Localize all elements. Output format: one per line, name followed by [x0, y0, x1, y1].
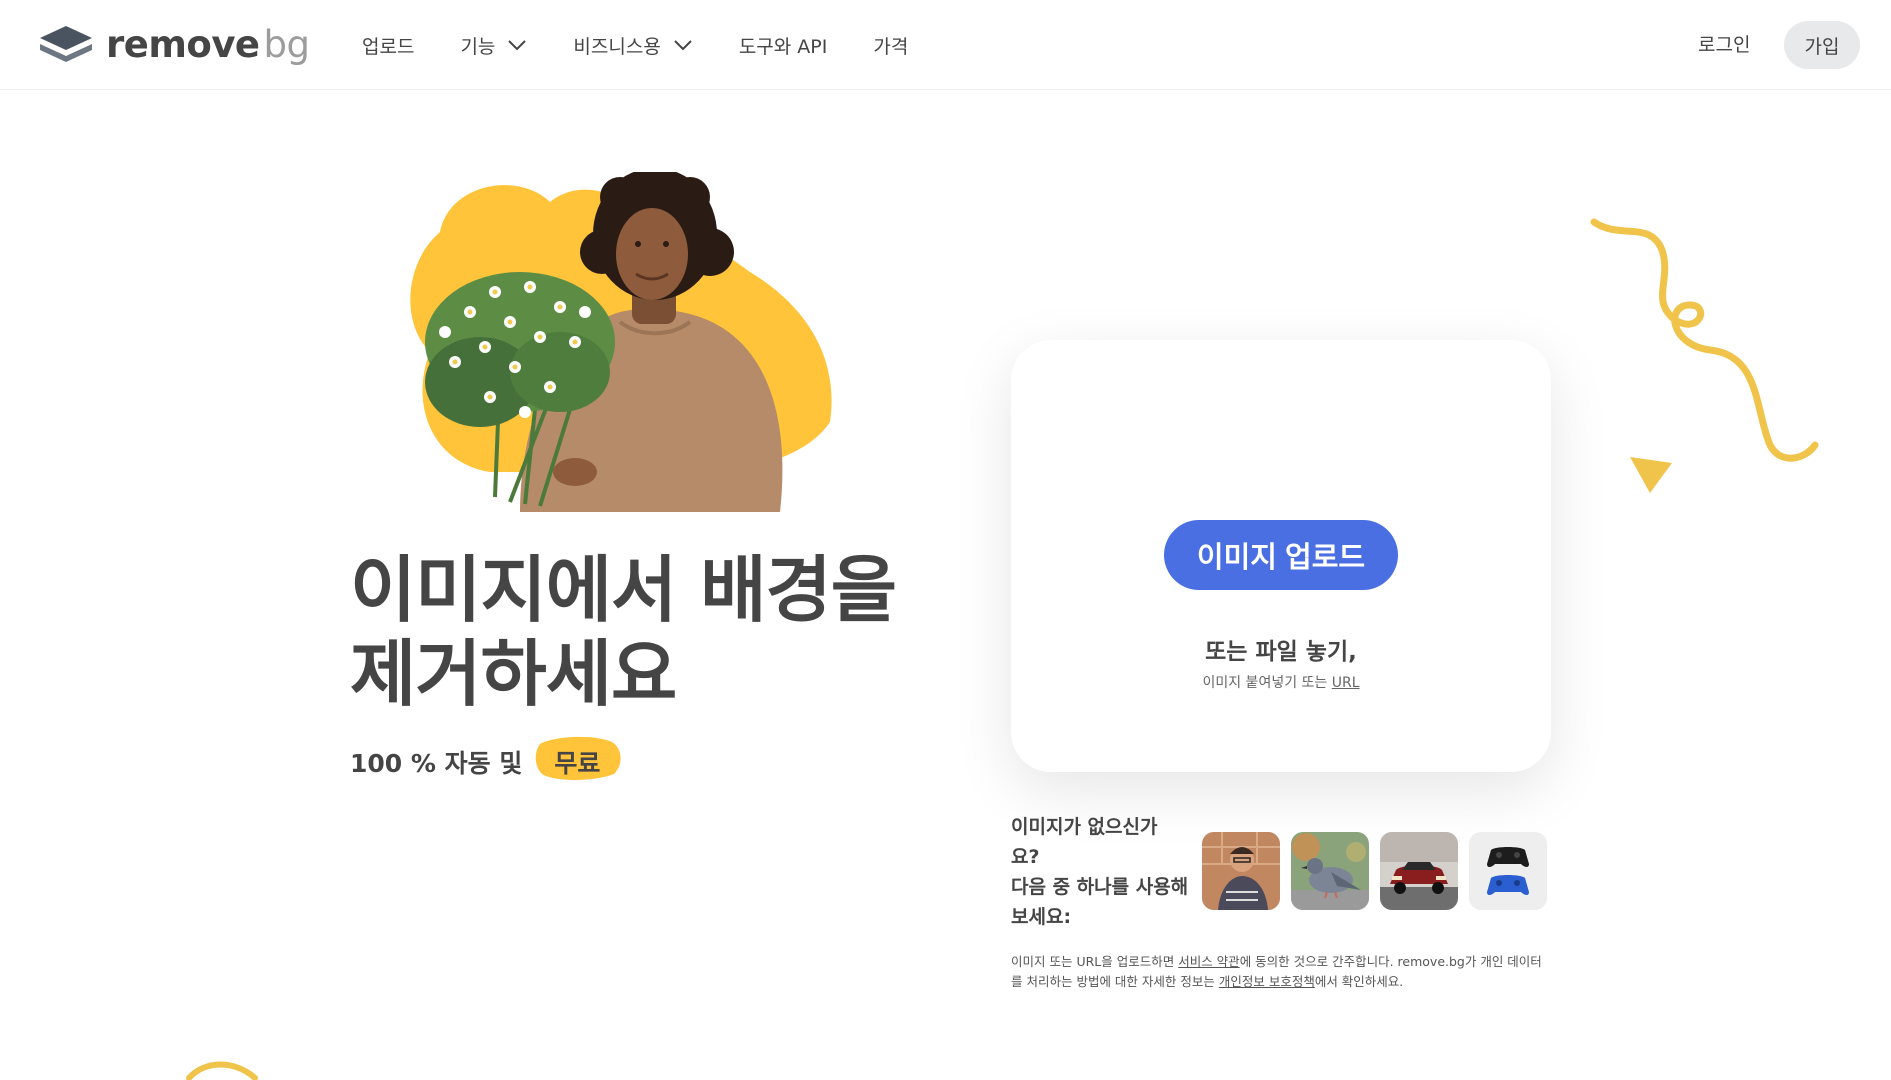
free-badge: 무료 [534, 736, 621, 786]
drop-file-text: 또는 파일 놓기, [1205, 639, 1357, 665]
headline-line-2: 제거하세요 [350, 632, 677, 716]
logo-wordmark: remove bg [106, 23, 310, 66]
pigeon-image [1291, 832, 1369, 910]
main-nav: 업로드 기능 비즈니스용 도구와 API 가격 [362, 30, 954, 60]
paste-instructions: 이미지 붙여넣기 또는 URL [1011, 672, 1551, 692]
gamepads-image [1469, 832, 1547, 910]
login-link[interactable]: 로그인 [1698, 30, 1750, 57]
nav-pricing[interactable]: 가격 [873, 30, 908, 60]
legal-notice: 이미지 또는 URL을 업로드하면 서비스 약관에 동의한 것으로 간주합니다.… [1011, 952, 1551, 992]
hero-subtitle: 100 % 자동 및 무료 [350, 736, 621, 786]
sample-pigeon-thumbnail[interactable] [1291, 832, 1369, 910]
layers-logo-icon [40, 26, 92, 62]
no-image-line-4: 보세요: [1011, 906, 1072, 928]
top-navigation-bar: remove bg 업로드 기능 비즈니스용 도구와 API 가격 로그인 가입 [0, 0, 1891, 90]
no-image-line-3: 다음 중 하나를 사용해 [1011, 876, 1189, 898]
signup-button[interactable]: 가입 [1784, 21, 1860, 69]
legal-text-3: 에서 확인하세요. [1314, 974, 1404, 989]
sample-thumbnails [1202, 832, 1547, 910]
free-badge-text: 무료 [554, 749, 601, 778]
nav-business[interactable]: 비즈니스용 [573, 30, 692, 60]
hero-woman-with-flowers-image [410, 172, 832, 512]
sample-car-thumbnail[interactable] [1380, 832, 1458, 910]
no-image-prompt: 이미지가 없으신가 요? 다음 중 하나를 사용해 보세요: [1011, 812, 1201, 932]
subtitle-text: 100 % 자동 및 [350, 749, 523, 778]
no-image-line-2: 요? [1011, 846, 1040, 868]
nav-tools-api-label: 도구와 API [738, 35, 828, 58]
triangle-decoration [1630, 457, 1672, 493]
logo-text-main: remove [106, 22, 260, 66]
nav-pricing-label: 가격 [873, 35, 909, 58]
upload-image-button[interactable]: 이미지 업로드 [1164, 520, 1398, 590]
squiggle-decoration [1590, 218, 1819, 462]
nav-features-label: 기능 [460, 35, 496, 58]
bottom-curve-decoration [186, 1061, 258, 1080]
person-image [1202, 832, 1280, 910]
legal-text-1: 이미지 또는 URL을 업로드하면 [1011, 954, 1179, 969]
url-link[interactable]: URL [1332, 675, 1360, 691]
paste-text: 이미지 붙여넣기 또는 [1202, 675, 1328, 691]
chevron-down-icon [508, 40, 527, 51]
privacy-policy-link[interactable]: 개인정보 보호정책 [1219, 974, 1315, 989]
sample-gamepads-thumbnail[interactable] [1469, 832, 1547, 910]
no-image-line-1: 이미지가 없으신가 [1011, 816, 1158, 838]
car-image [1380, 832, 1458, 910]
nav-features[interactable]: 기능 [460, 30, 527, 60]
chevron-down-icon [674, 40, 692, 51]
terms-of-service-link[interactable]: 서비스 약관 [1178, 954, 1239, 969]
headline-line-1: 이미지에서 배경을 [350, 548, 897, 632]
nav-upload[interactable]: 업로드 [362, 30, 414, 60]
removebg-logo[interactable]: remove bg [38, 22, 310, 66]
nav-tools-api[interactable]: 도구와 API [739, 30, 828, 60]
nav-upload-label: 업로드 [362, 35, 415, 58]
hero-headline: 이미지에서 배경을 제거하세요 [350, 548, 970, 716]
logo-text-suffix: bg [263, 22, 310, 66]
upload-card[interactable]: 이미지 업로드 또는 파일 놓기, 이미지 붙여넣기 또는 URL [1011, 340, 1551, 772]
sample-person-thumbnail[interactable] [1202, 832, 1280, 910]
nav-business-label: 비즈니스용 [573, 35, 661, 58]
